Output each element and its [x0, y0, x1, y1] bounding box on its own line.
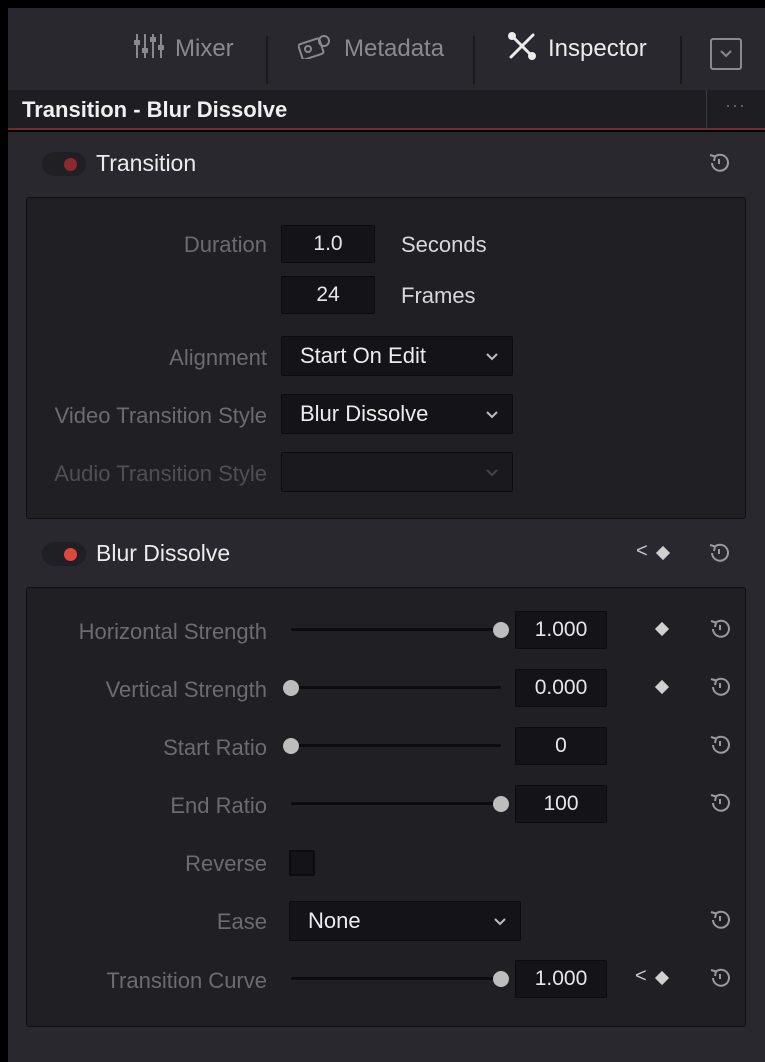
reverse-checkbox[interactable] [289, 850, 315, 876]
keyframe-diamond-icon[interactable] [655, 545, 671, 561]
chevron-down-icon [486, 469, 498, 477]
chevron-down-icon [486, 411, 498, 419]
keyframe-diamond-icon[interactable] [654, 679, 670, 695]
horizontal-strength-slider[interactable] [291, 620, 509, 640]
toolbar-divider [473, 36, 475, 84]
duration-frames-field[interactable]: 24 [281, 276, 375, 314]
mixer-icon [133, 32, 165, 67]
alignment-value: Start On Edit [300, 343, 426, 368]
end-ratio-slider[interactable] [291, 794, 509, 814]
slider-knob[interactable] [493, 622, 509, 638]
inspector-tab-label: Inspector [548, 35, 647, 62]
slider-knob[interactable] [283, 680, 299, 696]
reset-icon[interactable] [706, 150, 732, 176]
transition-curve-label: Transition Curve [106, 968, 267, 993]
transition-curve-slider[interactable] [291, 969, 509, 989]
slider-knob[interactable] [493, 796, 509, 812]
keyframe-diamond-icon[interactable] [654, 621, 670, 637]
vertical-strength-slider[interactable] [283, 678, 501, 698]
ease-dropdown[interactable]: None [289, 901, 521, 941]
start-ratio-field[interactable]: 0 [515, 727, 607, 765]
page-title: Transition - Blur Dissolve [22, 97, 288, 122]
top-toolbar: Mixer Metadata Inspector [8, 8, 765, 90]
vertical-strength-label: Vertical Strength [105, 677, 267, 702]
video-transition-style-value: Blur Dissolve [300, 401, 429, 426]
reset-icon[interactable] [706, 540, 732, 566]
reset-icon[interactable] [707, 674, 733, 700]
keyframe-nav-icon[interactable]: < [635, 965, 647, 988]
reverse-label: Reverse [185, 851, 267, 876]
duration-seconds-field[interactable]: 1.0 [281, 225, 375, 263]
end-ratio-field[interactable]: 100 [515, 785, 607, 823]
metadata-icon [297, 33, 334, 66]
blur-dissolve-settings-box: Horizontal Strength 1.000 Vertical Stren… [26, 587, 746, 1027]
transition-enable-toggle[interactable] [42, 152, 86, 176]
inspector-header: Transition - Blur Dissolve ... [8, 90, 765, 130]
blur-dissolve-enable-toggle[interactable] [42, 542, 86, 566]
inspector-tab[interactable]: Inspector [506, 8, 647, 90]
toolbar-divider [266, 36, 268, 84]
reset-icon[interactable] [707, 732, 733, 758]
horizontal-strength-label: Horizontal Strength [78, 619, 267, 644]
reset-icon[interactable] [707, 616, 733, 642]
blur-dissolve-section-title: Blur Dissolve [96, 540, 231, 566]
chevron-down-icon [494, 918, 506, 926]
transition-section-header: Transition [8, 138, 765, 190]
ease-label: Ease [216, 909, 267, 934]
transition-settings-box: Duration 1.0 Seconds 24 Frames Alignment… [26, 197, 746, 519]
vertical-strength-field[interactable]: 0.000 [515, 669, 607, 707]
panel-menu-button[interactable] [710, 38, 742, 70]
mixer-tab[interactable]: Mixer [133, 8, 234, 90]
transition-section-title: Transition [96, 150, 197, 176]
reset-icon[interactable] [707, 965, 733, 991]
keyframe-nav-icon[interactable]: < [636, 540, 648, 563]
start-ratio-label: Start Ratio [163, 735, 267, 760]
video-transition-style-dropdown[interactable]: Blur Dissolve [281, 394, 513, 434]
mixer-tab-label: Mixer [175, 35, 234, 62]
metadata-tab[interactable]: Metadata [297, 8, 445, 90]
horizontal-strength-field[interactable]: 1.000 [515, 611, 607, 649]
chevron-down-icon [486, 353, 498, 361]
inspector-icon [506, 31, 538, 68]
audio-transition-style-dropdown [281, 452, 513, 492]
chevron-down-icon [720, 50, 732, 58]
metadata-tab-label: Metadata [344, 35, 445, 62]
more-options-button[interactable]: ... [706, 90, 765, 130]
alignment-dropdown[interactable]: Start On Edit [281, 336, 513, 376]
keyframe-diamond-icon[interactable] [654, 970, 670, 986]
seconds-unit-label: Seconds [401, 232, 487, 257]
blur-dissolve-section-header: Blur Dissolve < [8, 528, 765, 580]
reset-icon[interactable] [707, 907, 733, 933]
transition-curve-field[interactable]: 1.000 [515, 960, 607, 998]
inspector-window: Mixer Metadata Inspector Transition - Bl… [0, 0, 765, 1062]
ease-value: None [308, 908, 361, 933]
end-ratio-label: End Ratio [170, 793, 267, 818]
slider-knob[interactable] [283, 738, 299, 754]
toolbar-divider [680, 36, 682, 84]
slider-knob[interactable] [493, 971, 509, 987]
duration-label: Duration [183, 232, 267, 257]
alignment-label: Alignment [169, 345, 267, 370]
start-ratio-slider[interactable] [283, 736, 501, 756]
reset-icon[interactable] [707, 790, 733, 816]
video-transition-style-label: Video Transition Style [54, 403, 267, 428]
audio-transition-style-label: Audio Transition Style [54, 461, 267, 486]
frames-unit-label: Frames [401, 283, 476, 308]
